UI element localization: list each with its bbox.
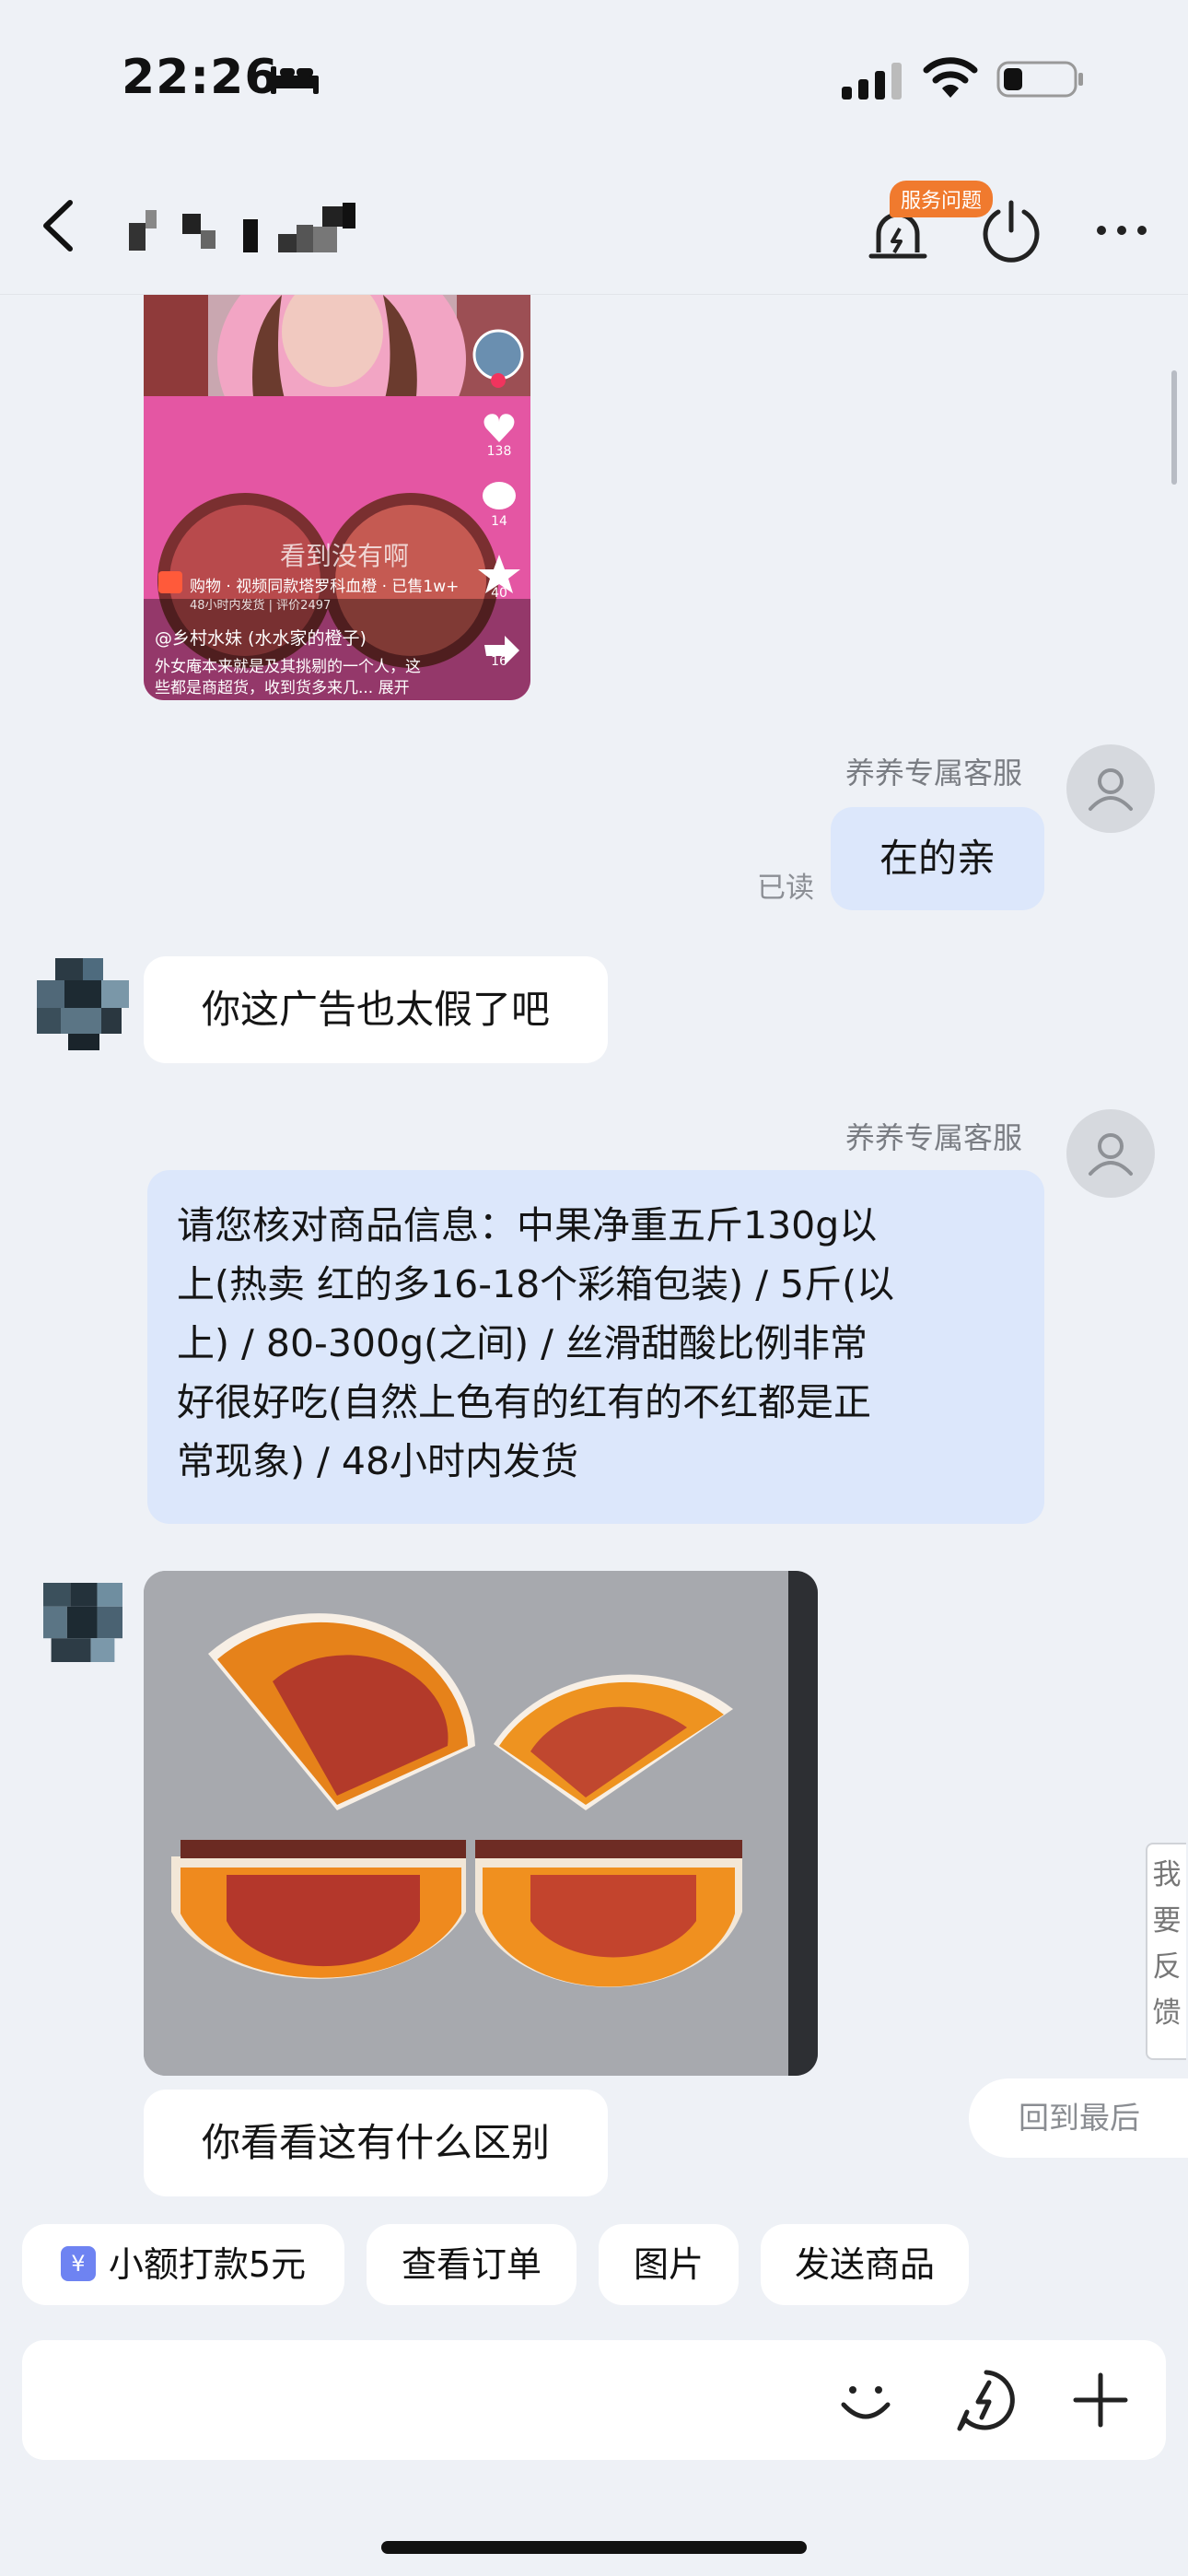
feedback-tab[interactable]: 我 要 反 馈 [1146,1843,1186,2060]
video-description-line2: 些都是商超货，收到货多来几... 展开 [155,679,410,697]
back-arrow-icon[interactable] [37,193,83,258]
video-shop-line[interactable]: 购物 · 视频同款塔罗科血橙 · 已售1w+ [190,573,459,596]
feedback-char: 馈 [1152,1996,1182,2030]
agent-message-bubble[interactable]: 在的亲 [831,807,1044,910]
status-time: 22:26 [122,50,279,105]
shared-video-card[interactable]: 看到没有啊 购物 · 视频同款塔罗科血橙 · 已售1w+ 48小时内发货 | 评… [144,295,530,700]
sleep-focus-icon [271,66,319,94]
video-description-line1: 外女庵本来就是及其挑剔的一个人，这 [155,658,421,676]
video-author: @乡村水妹 (水水家的橙子) [155,628,367,649]
bubble-line: 请您核对商品信息：中果净重五斤130g以 [177,1203,878,1247]
video-share-count: 16 [491,654,507,669]
user-message-bubble[interactable]: 你看看这有什么区别 [144,2090,608,2196]
feedback-char: 要 [1152,1904,1182,1938]
contact-name-pixelated [129,203,355,252]
blood-orange-image [144,1571,818,2076]
service-issue-badge[interactable]: 服务问题 [890,181,994,217]
emoji-icon[interactable] [836,2371,895,2430]
input-bar [22,2340,1166,2460]
read-status: 已读 [757,872,814,905]
chat-header: 服务问题 [0,157,1188,295]
back-to-last-button[interactable]: 回到最后 [969,2078,1188,2158]
agent-avatar[interactable] [1066,744,1155,833]
battery-icon [996,61,1083,98]
home-indicator [381,2541,807,2554]
video-favorite-count: 40 [491,586,507,601]
bubble-line: 好很好吃(自然上色有的红有的不红都是正 [177,1380,871,1424]
user-avatar[interactable] [37,958,129,1050]
video-overlay-text: 看到没有啊 [280,541,410,571]
send-product-button[interactable]: 发送商品 [761,2224,969,2305]
video-like-count: 138 [486,444,512,459]
more-options-icon[interactable] [1094,219,1149,241]
message-input[interactable] [22,2340,501,2460]
bubble-line: 上(热卖 红的多16-18个彩箱包装) / 5斤(以 [177,1262,895,1306]
bubble-line: 上) / 80-300g(之间) / 丝滑甜酸比例非常 [177,1321,868,1365]
small-payment-label: 小额打款5元 [108,2244,307,2285]
wifi-icon [923,57,978,98]
video-comment-count: 14 [491,514,507,529]
quick-reply-icon[interactable] [954,2368,1019,2432]
small-payment-button[interactable]: ¥ 小额打款5元 [22,2224,344,2305]
cellular-signal-icon [842,63,902,100]
feedback-char: 反 [1152,1950,1182,1984]
video-shop-sub: 48小时内发货 | 评价2497 [190,599,332,613]
default-user-icon [1089,1133,1133,1176]
user-message-bubble[interactable]: 你这广告也太假了吧 [144,956,608,1063]
plus-icon[interactable] [1072,2371,1129,2429]
sender-name: 养养专属客服 [845,755,1023,790]
status-bar: 22:26 [0,0,1188,157]
image-button[interactable]: 图片 [599,2224,739,2305]
sender-name: 养养专属客服 [845,1120,1023,1155]
agent-avatar[interactable] [1066,1109,1155,1198]
sent-orange-photo[interactable] [144,1571,818,2076]
default-user-icon [1089,768,1133,811]
bubble-line: 常现象) / 48小时内发货 [177,1439,579,1483]
user-avatar[interactable] [37,1583,129,1662]
feedback-char: 我 [1152,1858,1182,1891]
power-icon[interactable] [980,197,1042,263]
view-order-button[interactable]: 查看订单 [367,2224,577,2305]
agent-product-info-bubble[interactable]: 请您核对商品信息：中果净重五斤130g以 上(热卖 红的多16-18个彩箱包装)… [147,1170,1044,1524]
yuan-icon: ¥ [60,2245,96,2281]
scrollbar[interactable] [1171,370,1177,485]
